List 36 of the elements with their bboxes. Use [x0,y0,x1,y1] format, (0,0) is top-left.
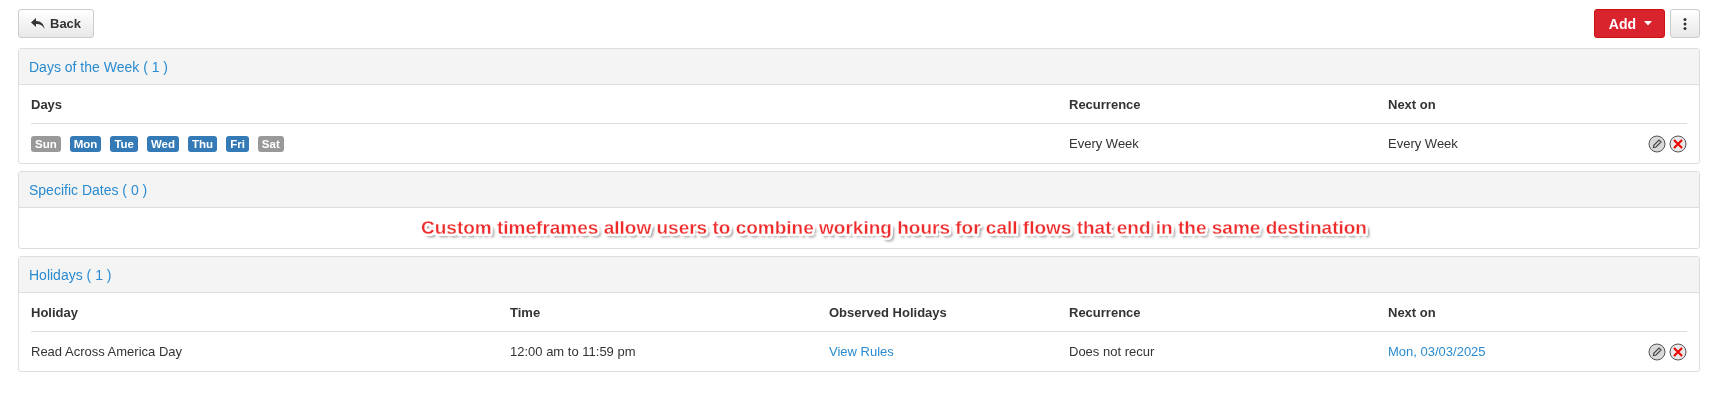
section-title-link[interactable]: Holidays ( 1 ) [29,266,112,283]
annotation-caption: Custom timeframes allow users to combine working hours for call flows that end in the same destination [421,217,1367,239]
column-header: Observed Holidays [829,304,947,320]
day-badge: Tue [110,135,138,152]
column-header: Days [31,96,63,112]
column-header: Recurrence [1069,304,1141,320]
section-title-link[interactable]: Specific Dates ( 0 ) [29,181,148,198]
column-header: Time [510,304,541,320]
day-badge: Fri [226,135,249,152]
caret-icon [1644,21,1652,26]
day-badge: Thu [188,135,218,152]
column-header: Holiday [31,304,78,320]
table-cell: Read Across America Day [31,344,182,359]
day-badge: Mon [69,135,102,152]
delete-icon[interactable] [1669,342,1687,361]
back-button[interactable]: Back [18,9,95,38]
table-cell: 12:00 am to 11:59 pm [510,344,636,359]
delete-icon[interactable] [1669,134,1687,153]
more-options-button[interactable] [1670,9,1700,38]
day-badge: Sat [257,135,284,152]
add-button[interactable]: Add [1593,9,1665,38]
reply-arrow-icon [31,17,45,30]
edit-icon[interactable] [1648,342,1666,361]
table-cell: Every Week [1069,136,1139,151]
table-link[interactable]: View Rules [829,344,894,359]
day-badge: Wed [146,135,180,152]
table-link[interactable]: Mon, 03/03/2025 [1388,344,1486,359]
column-header: Recurrence [1069,96,1141,112]
vertical-dots-icon [1683,17,1687,30]
section-title-link[interactable]: Days of the Week ( 1 ) [29,58,168,75]
column-header: Next on [1388,96,1436,112]
day-badge: Sun [31,135,61,152]
column-header: Next on [1388,304,1436,320]
edit-icon[interactable] [1648,134,1666,153]
table-cell: Does not recur [1069,344,1155,359]
table-cell: Every Week [1388,136,1458,151]
